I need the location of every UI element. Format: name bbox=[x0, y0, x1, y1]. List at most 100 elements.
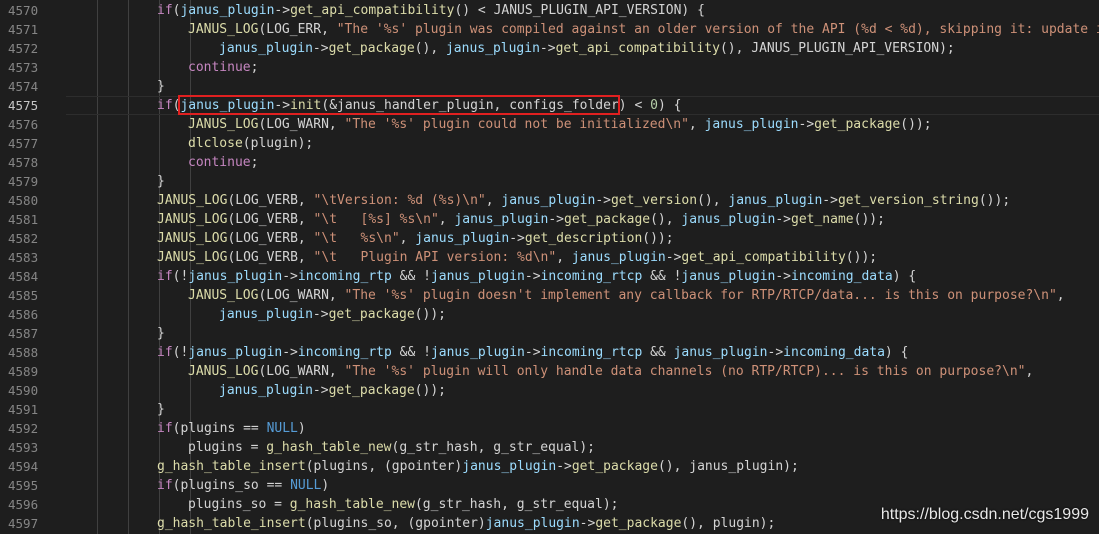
code-token: incoming_rtp bbox=[297, 269, 392, 284]
code-token: get_description bbox=[524, 231, 643, 246]
code-line[interactable]: 4575 if(janus_plugin->init(&janus_handler… bbox=[0, 96, 1099, 115]
code-token: get_package bbox=[571, 459, 658, 474]
code-token: ) { bbox=[884, 345, 909, 360]
code-token: plugins = bbox=[188, 440, 267, 455]
code-token: , bbox=[399, 231, 416, 246]
code-line[interactable]: 4572 janus_plugin->get_package(), janus_p… bbox=[0, 39, 1099, 58]
code-token: -> bbox=[775, 269, 791, 284]
watermark: https://blog.csdn.net/cgs1999 bbox=[880, 506, 1089, 523]
code-token: janus_plugin bbox=[501, 193, 596, 208]
code-token: janus_plugin bbox=[681, 269, 776, 284]
code-token: ; bbox=[250, 60, 259, 75]
code-line[interactable]: 4574} bbox=[0, 77, 1099, 96]
code-line[interactable]: 4570 if(janus_plugin->get_api_compatibili… bbox=[0, 1, 1099, 20]
code-token: get_package bbox=[328, 307, 415, 322]
code-line[interactable]: 4583 JANUS_LOG(LOG_VERB, "\t Plugin API v… bbox=[0, 248, 1099, 267]
code-token: JANUS_LOG bbox=[157, 250, 228, 265]
code-line[interactable]: 4580 JANUS_LOG(LOG_VERB, "\tVersion: %d (… bbox=[0, 191, 1099, 210]
code-token: , bbox=[438, 212, 455, 227]
code-token: (plugins_so == bbox=[172, 478, 291, 493]
line-number: 4597 bbox=[8, 516, 39, 531]
code-line[interactable]: 4594 g_hash_table_insert(plugins, (gpoint… bbox=[0, 457, 1099, 476]
code-line[interactable]: 4582 JANUS_LOG(LOG_VERB, "\t %s\n", janus… bbox=[0, 229, 1099, 248]
code-token: g_hash_table_new bbox=[289, 497, 415, 512]
code-token: janus_plugin bbox=[445, 41, 540, 56]
code-token: "\t [%s] %s\n" bbox=[313, 212, 439, 227]
code-line[interactable]: 4591} bbox=[0, 400, 1099, 419]
code-token: ()); bbox=[414, 307, 446, 322]
line-number: 4570 bbox=[8, 3, 39, 18]
code-token: ()); bbox=[853, 212, 885, 227]
code-token: janus_plugin bbox=[219, 41, 313, 56]
code-token: 0 bbox=[650, 98, 658, 113]
code-text: JANUS_LOG(LOG_ERR, "The '%s' plugin was … bbox=[188, 20, 1099, 39]
code-text: plugins = g_hash_table_new(g_str_hash, g… bbox=[188, 438, 595, 457]
code-line[interactable]: 4593 plugins = g_hash_table_new(g_str_has… bbox=[0, 438, 1099, 457]
code-token: incoming_rtp bbox=[297, 345, 392, 360]
code-line[interactable]: 4581 JANUS_LOG(LOG_VERB, "\t [%s] %s\n", … bbox=[0, 210, 1099, 229]
code-line[interactable]: 4589 JANUS_LOG(LOG_WARN, "The '%s' plugin… bbox=[0, 362, 1099, 381]
code-text: g_hash_table_insert(plugins_so, (gpointe… bbox=[157, 514, 775, 533]
code-token: janus_plugin bbox=[180, 98, 275, 113]
line-number: 4576 bbox=[8, 117, 39, 132]
code-token: plugins_so = bbox=[188, 497, 290, 512]
code-line[interactable]: 4590 janus_plugin->get_package()); bbox=[0, 381, 1099, 400]
code-line[interactable]: 4579} bbox=[0, 172, 1099, 191]
code-token: -> bbox=[282, 345, 298, 360]
code-line[interactable]: 4571 JANUS_LOG(LOG_ERR, "The '%s' plugin … bbox=[0, 20, 1099, 39]
code-editor[interactable]: 4570 if(janus_plugin->get_api_compatibili… bbox=[0, 0, 1099, 534]
code-line[interactable]: 4577 dlclose(plugin); bbox=[0, 134, 1099, 153]
code-text: janus_plugin->get_package()); bbox=[219, 381, 446, 400]
code-token: -> bbox=[775, 212, 791, 227]
code-token: janus_plugin bbox=[219, 383, 313, 398]
code-token: (), bbox=[414, 41, 446, 56]
code-token: get_package bbox=[814, 117, 901, 132]
code-line[interactable]: 4578 continue; bbox=[0, 153, 1099, 172]
code-token: janus_plugin bbox=[415, 231, 510, 246]
code-text: plugins_so = g_hash_table_new(g_str_hash… bbox=[188, 495, 618, 514]
code-line[interactable]: 4585 JANUS_LOG(LOG_WARN, "The '%s' plugin… bbox=[0, 286, 1099, 305]
code-token: (LOG_WARN, bbox=[258, 364, 345, 379]
code-line[interactable]: 4592 if(plugins == NULL) bbox=[0, 419, 1099, 438]
line-number: 4572 bbox=[8, 41, 39, 56]
line-number: 4586 bbox=[8, 307, 39, 322]
code-token: -> bbox=[274, 3, 291, 18]
code-token: -> bbox=[548, 212, 565, 227]
code-text: JANUS_LOG(LOG_VERB, "\tVersion: %d (%s)\… bbox=[157, 191, 1010, 210]
code-text: continue; bbox=[188, 153, 258, 172]
code-token: "The '%s' plugin will only handle data c… bbox=[344, 364, 1026, 379]
code-line[interactable]: 4584 if(!janus_plugin->incoming_rtp && !j… bbox=[0, 267, 1099, 286]
code-token: janus_plugin bbox=[462, 459, 557, 474]
code-line[interactable]: 4586 janus_plugin->get_package()); bbox=[0, 305, 1099, 324]
code-token: (), bbox=[697, 193, 729, 208]
code-token: janus_plugin bbox=[704, 117, 799, 132]
code-token: "\t Plugin API version: %d\n" bbox=[313, 250, 557, 265]
code-token: g_hash_table_insert bbox=[157, 516, 306, 531]
code-token: get_version_string bbox=[837, 193, 979, 208]
code-line[interactable]: 4587} bbox=[0, 324, 1099, 343]
line-number: 4573 bbox=[8, 60, 39, 75]
code-text: JANUS_LOG(LOG_WARN, "The '%s' plugin wil… bbox=[188, 362, 1033, 381]
code-token: JANUS_LOG bbox=[157, 231, 228, 246]
code-text: janus_plugin->get_package()); bbox=[219, 305, 446, 324]
code-line[interactable]: 4595 if(plugins_so == NULL) bbox=[0, 476, 1099, 495]
code-line[interactable]: 4576 JANUS_LOG(LOG_WARN, "The '%s' plugin… bbox=[0, 115, 1099, 134]
code-text: } bbox=[157, 172, 165, 191]
line-number: 4582 bbox=[8, 231, 39, 246]
code-token: janus_plugin bbox=[454, 212, 549, 227]
code-line[interactable]: 4573 continue; bbox=[0, 58, 1099, 77]
code-line[interactable]: 4588 if(!janus_plugin->incoming_rtp && !j… bbox=[0, 343, 1099, 362]
code-token: -> bbox=[798, 117, 815, 132]
code-token: ) bbox=[297, 421, 306, 436]
code-token: dlclose bbox=[188, 136, 243, 151]
code-text: } bbox=[157, 324, 165, 343]
line-number: 4583 bbox=[8, 250, 39, 265]
code-token: (plugins_so, (gpointer) bbox=[305, 516, 486, 531]
code-token: ; bbox=[250, 155, 259, 170]
code-token: , bbox=[556, 250, 572, 265]
line-number: 4585 bbox=[8, 288, 39, 303]
code-token: , bbox=[688, 117, 705, 132]
code-token: init bbox=[290, 98, 322, 113]
line-number: 4584 bbox=[8, 269, 39, 284]
code-token: JANUS_LOG bbox=[188, 364, 259, 379]
